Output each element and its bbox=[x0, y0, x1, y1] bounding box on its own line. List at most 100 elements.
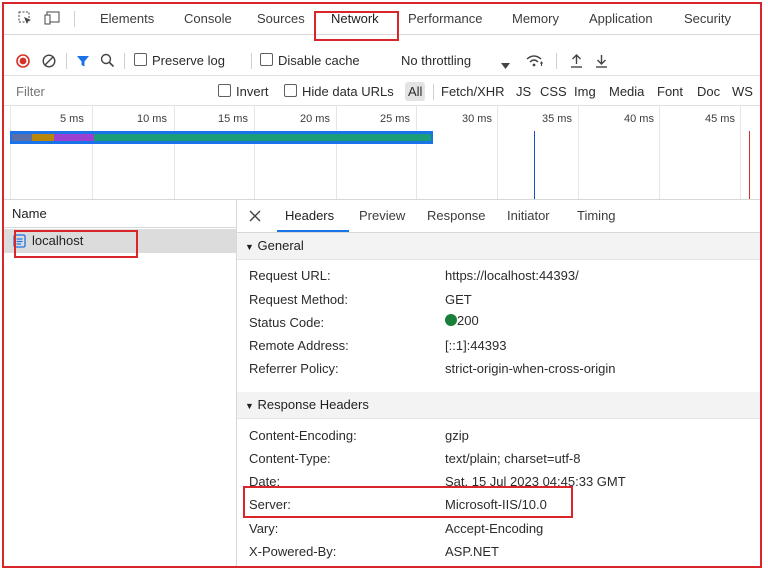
timeline-gridline bbox=[10, 105, 11, 199]
kv-value: [::1]:44393 bbox=[445, 338, 507, 353]
divider bbox=[74, 11, 75, 27]
clear-icon[interactable] bbox=[42, 54, 56, 71]
record-icon[interactable] bbox=[16, 54, 30, 71]
timeline-tick-label: 40 ms bbox=[624, 113, 654, 125]
status-code-value: 200 bbox=[457, 313, 479, 328]
general-section-header[interactable]: ▼ General bbox=[237, 233, 760, 260]
filter-input[interactable]: Filter bbox=[16, 79, 206, 105]
inspect-icon[interactable] bbox=[18, 11, 32, 28]
hide-data-urls-checkbox[interactable]: Hide data URLs bbox=[284, 79, 394, 105]
divider bbox=[556, 53, 557, 69]
disable-cache-label: Disable cache bbox=[278, 53, 360, 68]
invert-label: Invert bbox=[236, 84, 269, 99]
filter-icon[interactable] bbox=[76, 54, 90, 71]
timeline-tick-label: 25 ms bbox=[380, 113, 410, 125]
localhost-highlight bbox=[14, 230, 138, 258]
response-headers-title: Response Headers bbox=[257, 397, 369, 412]
timeline-tick-label: 35 ms bbox=[542, 113, 572, 125]
timeline-gridline bbox=[416, 105, 417, 199]
timeline-tick-label: 20 ms bbox=[300, 113, 330, 125]
disable-cache-checkbox[interactable]: Disable cache bbox=[260, 47, 360, 75]
kv-value: https://localhost:44393/ bbox=[445, 268, 579, 283]
preserve-log-checkbox[interactable]: Preserve log bbox=[134, 47, 225, 75]
timeline-gridline bbox=[578, 105, 579, 199]
type-filter-css[interactable]: CSS bbox=[540, 79, 567, 105]
server-header-highlight bbox=[243, 486, 573, 518]
upload-icon[interactable] bbox=[570, 53, 583, 71]
tab-response[interactable]: Response bbox=[427, 200, 486, 232]
triangle-down-icon[interactable] bbox=[501, 58, 510, 73]
checkbox-box bbox=[218, 84, 231, 97]
tab-security[interactable]: Security bbox=[684, 4, 731, 34]
tab-headers[interactable]: Headers bbox=[285, 200, 334, 232]
type-filter-doc[interactable]: Doc bbox=[697, 79, 720, 105]
close-icon[interactable] bbox=[249, 210, 261, 225]
kv-value: Accept-Encoding bbox=[445, 521, 544, 536]
timeline-overview[interactable]: 5 ms 10 ms 15 ms 20 ms 25 ms 30 ms 35 ms… bbox=[4, 105, 760, 200]
kv-key: Request URL: bbox=[249, 268, 331, 283]
active-tab-indicator bbox=[277, 230, 349, 232]
request-waterfall-segment bbox=[12, 134, 32, 141]
tab-elements[interactable]: Elements bbox=[100, 4, 154, 34]
devtools-window: Elements Console Sources Network Perform… bbox=[2, 2, 762, 568]
response-headers-section-header[interactable]: ▼ Response Headers bbox=[237, 392, 760, 419]
download-icon[interactable] bbox=[595, 53, 608, 71]
timeline-gridline bbox=[740, 105, 741, 199]
type-filter-media[interactable]: Media bbox=[609, 79, 644, 105]
kv-value: text/plain; charset=utf-8 bbox=[445, 451, 581, 466]
type-filter-img[interactable]: Img bbox=[574, 79, 596, 105]
timeline-gridline bbox=[336, 105, 337, 199]
status-code: 200 bbox=[445, 313, 479, 328]
timeline-tick-label: 15 ms bbox=[218, 113, 248, 125]
divider bbox=[66, 53, 67, 69]
request-waterfall-segment bbox=[32, 134, 54, 141]
throttling-value: No throttling bbox=[401, 53, 472, 68]
timeline-gridline bbox=[174, 105, 175, 199]
triangle-down-icon: ▼ bbox=[245, 401, 254, 411]
timeline-gridline bbox=[254, 105, 255, 199]
type-filter-label: All bbox=[408, 84, 423, 99]
timeline-gridline bbox=[659, 105, 660, 199]
kv-value: strict-origin-when-cross-origin bbox=[445, 361, 616, 376]
tab-console[interactable]: Console bbox=[184, 4, 232, 34]
device-toolbar-icon[interactable] bbox=[44, 11, 60, 28]
kv-key: Remote Address: bbox=[249, 338, 349, 353]
search-icon[interactable] bbox=[100, 53, 115, 71]
type-filter-js[interactable]: JS bbox=[516, 79, 531, 105]
kv-key: Request Method: bbox=[249, 292, 349, 307]
kv-key: X-Powered-By: bbox=[249, 544, 337, 559]
kv-value: gzip bbox=[445, 428, 469, 443]
name-column-header[interactable]: Name bbox=[4, 200, 236, 228]
domcontentloaded-marker bbox=[534, 131, 535, 199]
timeline-gridline bbox=[497, 105, 498, 199]
tab-sources[interactable]: Sources bbox=[257, 4, 305, 34]
request-waterfall-segment bbox=[54, 134, 94, 141]
throttling-select[interactable]: No throttling bbox=[401, 47, 471, 75]
kv-value: ASP.NET bbox=[445, 544, 499, 559]
kv-key: Content-Encoding: bbox=[249, 428, 357, 443]
kv-key: Vary: bbox=[249, 521, 279, 536]
type-filter-all[interactable]: All bbox=[405, 82, 426, 101]
checkbox-box bbox=[134, 53, 147, 66]
timeline-tick-label: 10 ms bbox=[137, 113, 167, 125]
tab-performance[interactable]: Performance bbox=[408, 4, 482, 34]
type-filter-ws[interactable]: WS bbox=[732, 79, 753, 105]
preserve-log-label: Preserve log bbox=[152, 53, 225, 68]
filter-bar: Filter Invert Hide data URLs All Fetch/X… bbox=[4, 79, 760, 106]
type-filter-font[interactable]: Font bbox=[657, 79, 683, 105]
tab-timing[interactable]: Timing bbox=[577, 200, 616, 232]
timeline-tick-label: 45 ms bbox=[705, 113, 735, 125]
load-marker bbox=[749, 131, 750, 199]
network-toolbar: Preserve log Disable cache No throttling bbox=[4, 47, 760, 76]
checkbox-box bbox=[284, 84, 297, 97]
invert-checkbox[interactable]: Invert bbox=[218, 79, 269, 105]
tab-initiator[interactable]: Initiator bbox=[507, 200, 550, 232]
timeline-tick-label: 30 ms bbox=[462, 113, 492, 125]
kv-value: GET bbox=[445, 292, 472, 307]
tab-preview[interactable]: Preview bbox=[359, 200, 405, 232]
tab-application[interactable]: Application bbox=[589, 4, 653, 34]
tab-memory[interactable]: Memory bbox=[512, 4, 559, 34]
wifi-icon[interactable] bbox=[525, 53, 545, 71]
type-filter-fetch-xhr[interactable]: Fetch/XHR bbox=[441, 79, 505, 105]
triangle-down-icon: ▼ bbox=[245, 242, 254, 252]
